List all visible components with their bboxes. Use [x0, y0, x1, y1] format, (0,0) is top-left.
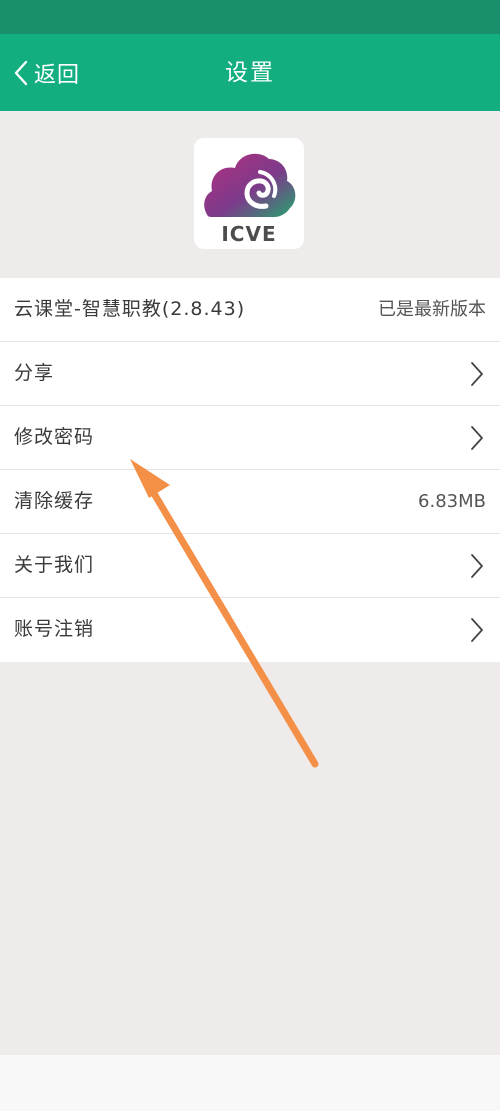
cache-size: 6.83MB — [418, 491, 486, 512]
status-bar — [0, 0, 500, 34]
account-cancel-label: 账号注销 — [14, 618, 95, 640]
clear-cache-label: 清除缓存 — [14, 490, 95, 512]
version-status: 已是最新版本 — [378, 299, 486, 320]
about-us-row[interactable]: 关于我们 — [0, 534, 500, 598]
share-label: 分享 — [14, 362, 55, 384]
version-label: 云课堂-智慧职教(2.8.43) — [14, 298, 246, 320]
app-logo: ICVE — [194, 138, 304, 249]
account-cancel-row[interactable]: 账号注销 — [0, 598, 500, 662]
share-row[interactable]: 分享 — [0, 342, 500, 406]
page-title: 设置 — [225, 60, 275, 86]
clear-cache-row[interactable]: 清除缓存 6.83MB — [0, 470, 500, 534]
chevron-right-icon — [470, 425, 484, 451]
app-header: 返回 设置 — [0, 34, 500, 111]
chevron-right-icon — [470, 361, 484, 387]
version-row[interactable]: 云课堂-智慧职教(2.8.43) 已是最新版本 — [0, 278, 500, 342]
logo-wordmark: ICVE — [221, 222, 276, 246]
about-us-label: 关于我们 — [14, 554, 95, 576]
change-password-label: 修改密码 — [14, 426, 95, 448]
icve-cloud-logo-icon: ICVE — [204, 153, 296, 246]
chevron-right-icon — [470, 617, 484, 643]
chevron-right-icon — [470, 553, 484, 579]
bottom-bar — [0, 1055, 500, 1111]
change-password-row[interactable]: 修改密码 — [0, 406, 500, 470]
settings-list: 云课堂-智慧职教(2.8.43) 已是最新版本 分享 修改密码 清除缓存 6.8… — [0, 278, 500, 662]
